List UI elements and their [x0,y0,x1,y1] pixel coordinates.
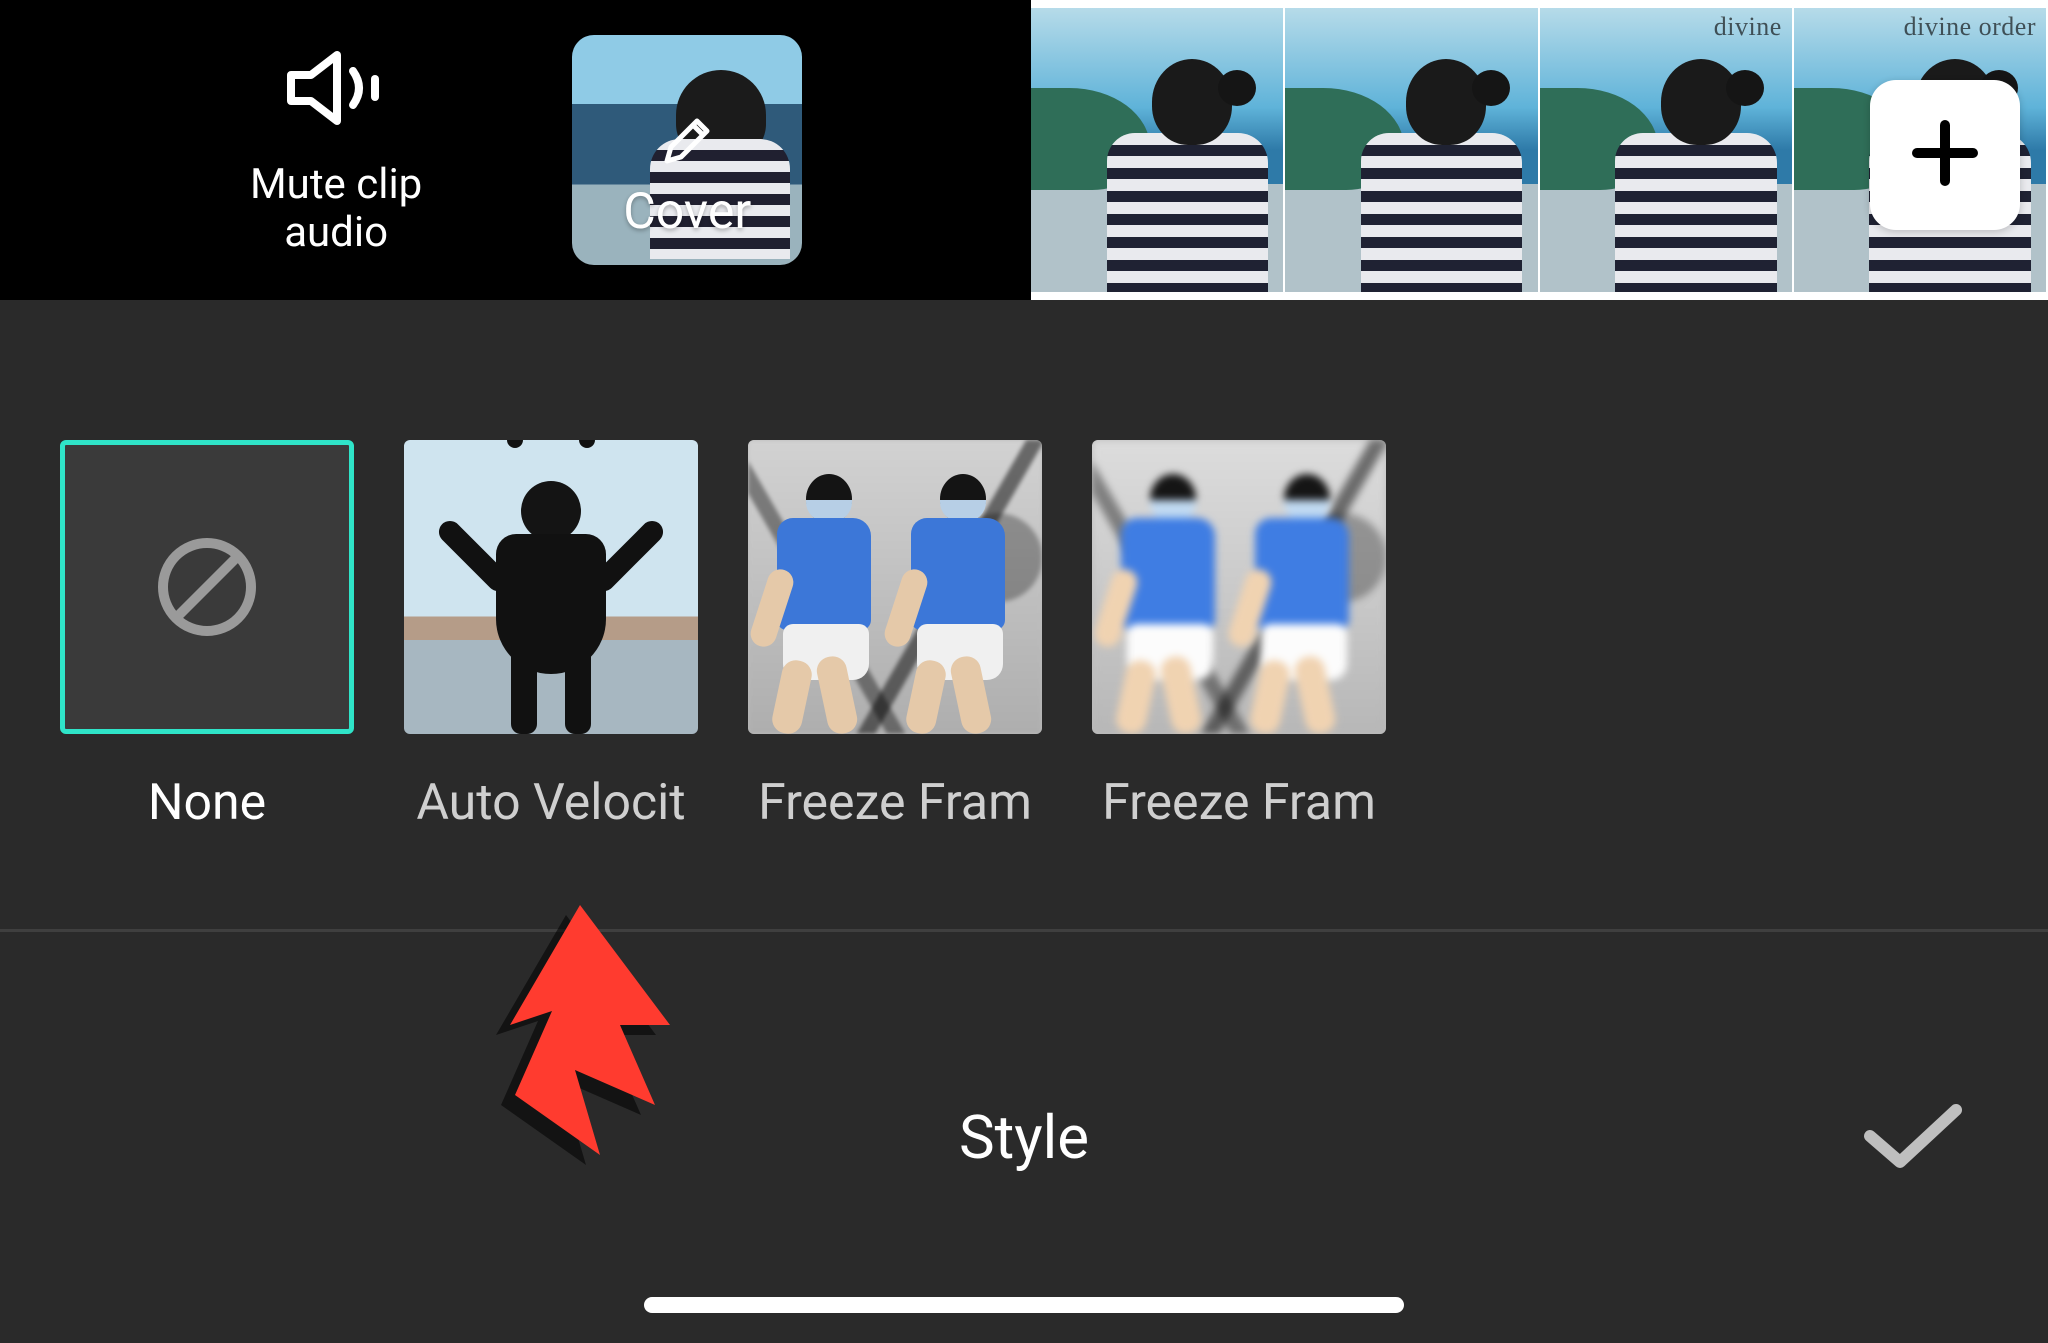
none-icon [152,532,262,642]
cover-label: Cover [623,183,751,241]
effect-option-auto-velocity[interactable]: Auto Velocit [404,440,698,832]
effects-panel: None Auto Velocit Freeze Fram [0,300,2048,1343]
effect-option-none[interactable]: None [60,440,354,832]
home-indicator [644,1297,1404,1313]
timeline-strip[interactable]: divine divine order [1031,0,2048,300]
panel-title: Style [959,1102,1089,1173]
effects-list: None Auto Velocit Freeze Fram [0,300,2048,832]
timeline-frame[interactable] [1031,8,1285,292]
plus-icon [1905,113,1985,197]
annotation-arrow-icon [480,895,720,1219]
check-icon [1858,1161,1968,1180]
effect-thumb-auto-velocity [404,440,698,734]
timeline-frame[interactable]: divine [1540,8,1794,292]
effect-option-freeze-frame-1[interactable]: Freeze Fram [748,440,1042,832]
effect-label: Freeze Fram [758,774,1032,832]
effect-thumb-freeze-frame [748,440,1042,734]
effect-option-freeze-frame-2[interactable]: Freeze Fram [1092,440,1386,832]
top-toolbar: Mute clip audio Cover divine divi [0,0,2048,300]
timeline-overlay-text: divine [1714,12,1782,42]
effect-label: None [148,774,266,832]
speaker-icon [281,43,391,137]
effect-thumb-freeze-frame [1092,440,1386,734]
edit-icon [657,111,717,175]
mute-clip-audio-label: Mute clip audio [250,161,422,258]
cover-button[interactable]: Cover [572,35,802,265]
add-clip-button[interactable] [1870,80,2020,230]
timeline-frame[interactable] [1285,8,1539,292]
mute-clip-audio-button[interactable]: Mute clip audio [250,43,422,258]
effect-thumb-none [60,440,354,734]
style-bar: Style [0,929,2048,1343]
timeline-overlay-text: divine order [1904,12,2036,42]
effect-label: Freeze Fram [1102,774,1376,832]
confirm-button[interactable] [1858,1096,1968,1180]
effect-label: Auto Velocit [416,774,685,832]
